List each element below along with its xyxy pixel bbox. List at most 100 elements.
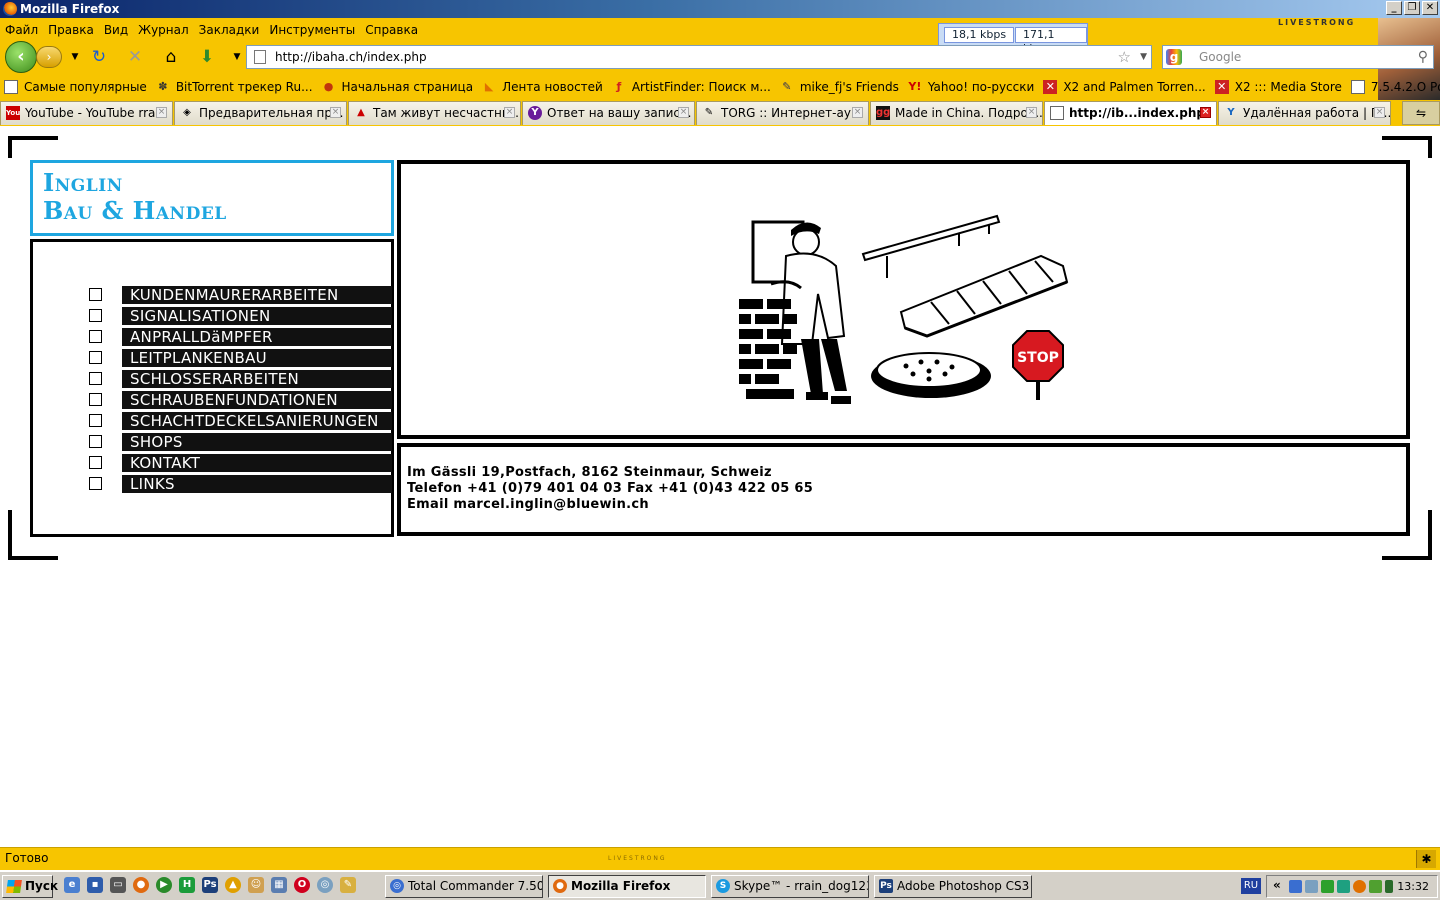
nav-link-kontakt[interactable]: KONTAKT <box>122 453 392 472</box>
back-button[interactable]: ‹ <box>5 41 37 73</box>
taskbar-item[interactable]: ◎Total Commander 7.50 - ... <box>385 875 543 898</box>
menu-edit[interactable]: Правка <box>43 20 99 40</box>
photoshop-icon[interactable]: Ps <box>202 877 218 893</box>
history-dropdown-icon[interactable]: ▼ <box>64 46 86 68</box>
nav-link-anpralldaempfer[interactable]: ANPRALLDäMPFER <box>122 327 392 346</box>
close-tab-icon[interactable]: × <box>852 107 863 118</box>
checkbox[interactable] <box>89 330 102 343</box>
bookmark-item[interactable]: 7.5.4.2.О Роде Древ... <box>1347 76 1440 98</box>
nav-link-leitplankenbau[interactable]: LEITPLANKENBAU <box>122 348 392 367</box>
bookmark-item[interactable]: Самые популярные <box>0 76 152 98</box>
bookmark-item[interactable]: ✎ mike_fj's Friends <box>776 76 904 98</box>
bookmark-item[interactable]: ✽ BitTorrent трекер Ru... <box>152 76 318 98</box>
close-tab-icon[interactable]: × <box>330 107 341 118</box>
taskbar-item[interactable]: S Skype™ - rrain_dog123 <box>711 875 869 898</box>
bookmark-item[interactable]: Y! Yahoo! по-русски <box>904 76 1039 98</box>
app-icon[interactable]: ☺ <box>248 877 264 893</box>
google-icon[interactable]: g <box>1166 49 1182 65</box>
menu-file[interactable]: Файл <box>0 20 43 40</box>
checkbox[interactable] <box>89 309 102 322</box>
tab-item[interactable]: Y Ответ на вашу запис... × <box>522 101 695 125</box>
bookmark-item[interactable]: ✕ X2 and Palmen Torren... <box>1039 76 1210 98</box>
app-icon[interactable]: ▲ <box>225 877 241 893</box>
tab-active[interactable]: http://ib...index.php × <box>1044 101 1217 125</box>
menu-history[interactable]: Журнал <box>133 20 194 40</box>
bookmark-item[interactable]: ƒ ArtistFinder: Поиск м... <box>608 76 776 98</box>
close-tab-icon[interactable]: × <box>1026 107 1037 118</box>
download-dropdown-icon[interactable]: ▼ <box>226 46 248 68</box>
bookmark-item[interactable]: ✕ X2 ::: Media Store <box>1211 76 1347 98</box>
tab-list-icon[interactable]: ⇋ <box>1402 101 1440 125</box>
tray-expand-icon[interactable]: « <box>1273 878 1281 892</box>
nav-link-kundenmaurerarbeiten[interactable]: KUNDENMAURERARBEITEN <box>122 285 392 304</box>
tray-app-icon[interactable] <box>1305 880 1318 893</box>
nav-link-links[interactable]: LINKS <box>122 474 392 493</box>
window-icon[interactable]: ▭ <box>110 877 126 893</box>
tray-arrows-icon[interactable] <box>1369 880 1382 893</box>
network-icon[interactable] <box>1289 880 1302 893</box>
bookmark-item[interactable]: ● Начальная страница <box>318 76 479 98</box>
checkbox[interactable] <box>89 393 102 406</box>
checkbox[interactable] <box>89 414 102 427</box>
app-icon[interactable]: ✎ <box>340 877 356 893</box>
nav-link-schachtdeckelsanierungen[interactable]: SCHACHTDECKELSANIERUNGEN <box>122 411 392 430</box>
bookmark-star-icon[interactable]: ☆ <box>1118 46 1131 68</box>
tray-meter-icon[interactable] <box>1385 880 1393 893</box>
close-button[interactable]: ✕ <box>1422 1 1438 15</box>
home-icon[interactable]: ⌂ <box>160 46 182 68</box>
taskbar-item[interactable]: PsAdobe Photoshop CS3 E... <box>874 875 1032 898</box>
tab-item[interactable]: Y Удалённая работа | П... × <box>1218 101 1391 125</box>
email-line[interactable]: Email marcel.inglin@bluewin.ch <box>407 497 1400 513</box>
tray-at-icon[interactable] <box>1337 880 1350 893</box>
checkbox[interactable] <box>89 477 102 490</box>
nav-link-signalisationen[interactable]: SIGNALISATIONEN <box>122 306 392 325</box>
tray-app-icon[interactable] <box>1353 880 1366 893</box>
download-icon[interactable]: ⬇ <box>196 46 218 68</box>
url-bar[interactable]: http://ibaha.ch/index.php ☆ ▼ <box>246 45 1152 69</box>
nav-link-schlosserarbeiten[interactable]: SCHLOSSERARBEITEN <box>122 369 392 388</box>
forward-button[interactable]: › <box>36 46 62 68</box>
close-tab-icon[interactable]: × <box>504 107 515 118</box>
menu-tools[interactable]: Инструменты <box>264 20 360 40</box>
nav-link-shops[interactable]: SHOPS <box>122 432 392 451</box>
tab-youtube[interactable]: You YouTube - YouTube rra... × <box>0 101 173 125</box>
menu-view[interactable]: Вид <box>99 20 133 40</box>
firefox-icon[interactable]: ● <box>133 877 149 893</box>
close-tab-icon[interactable]: × <box>1374 107 1385 118</box>
site-logo[interactable]: Inglin Bau & Handel <box>30 160 394 236</box>
taskbar-item-active[interactable]: ● Mozilla Firefox <box>548 875 706 898</box>
opera-icon[interactable]: O <box>294 877 310 893</box>
checkbox[interactable] <box>89 288 102 301</box>
tab-item[interactable]: ◈ Предварительная пр... × <box>174 101 347 125</box>
app-icon[interactable]: H <box>179 877 195 893</box>
clock[interactable]: 13:32 <box>1397 880 1429 893</box>
restore-button[interactable]: ❐ <box>1404 1 1420 15</box>
nav-link-schraubenfundationen[interactable]: SCHRAUBENFUNDATIONEN <box>122 390 392 409</box>
tray-check-icon[interactable] <box>1321 880 1334 893</box>
search-bar[interactable]: g Google ⚲ <box>1162 45 1434 69</box>
checkbox[interactable] <box>89 435 102 448</box>
close-tab-icon[interactable]: × <box>156 107 167 118</box>
reload-icon[interactable]: ↻ <box>88 46 110 68</box>
tab-item[interactable]: gg Made in China. Подроб... × <box>870 101 1043 125</box>
minimize-button[interactable]: _ <box>1386 1 1402 15</box>
bookmark-item[interactable]: ◣ Лента новостей <box>478 76 608 98</box>
app-icon[interactable]: ◎ <box>317 877 333 893</box>
media-player-icon[interactable]: ▶ <box>156 877 172 893</box>
search-icon[interactable]: ⚲ <box>1418 46 1428 68</box>
menu-bookmarks[interactable]: Закладки <box>194 20 265 40</box>
language-indicator[interactable]: RU <box>1241 878 1261 894</box>
close-tab-icon[interactable]: × <box>678 107 689 118</box>
app-icon[interactable]: ▦ <box>271 877 287 893</box>
url-dropdown-icon[interactable]: ▼ <box>1140 46 1147 68</box>
tab-item[interactable]: ✎ TORG :: Интернет-ау... × <box>696 101 869 125</box>
stop-icon[interactable]: ✕ <box>124 46 146 68</box>
checkbox[interactable] <box>89 456 102 469</box>
checkbox[interactable] <box>89 351 102 364</box>
save-icon[interactable]: ▪ <box>87 877 103 893</box>
menu-help[interactable]: Справка <box>360 20 423 40</box>
tab-item[interactable]: ▲ Там живут несчастны... × <box>348 101 521 125</box>
addon-bar-icon[interactable]: ✱ <box>1416 850 1436 868</box>
ie-icon[interactable]: e <box>64 877 80 893</box>
checkbox[interactable] <box>89 372 102 385</box>
